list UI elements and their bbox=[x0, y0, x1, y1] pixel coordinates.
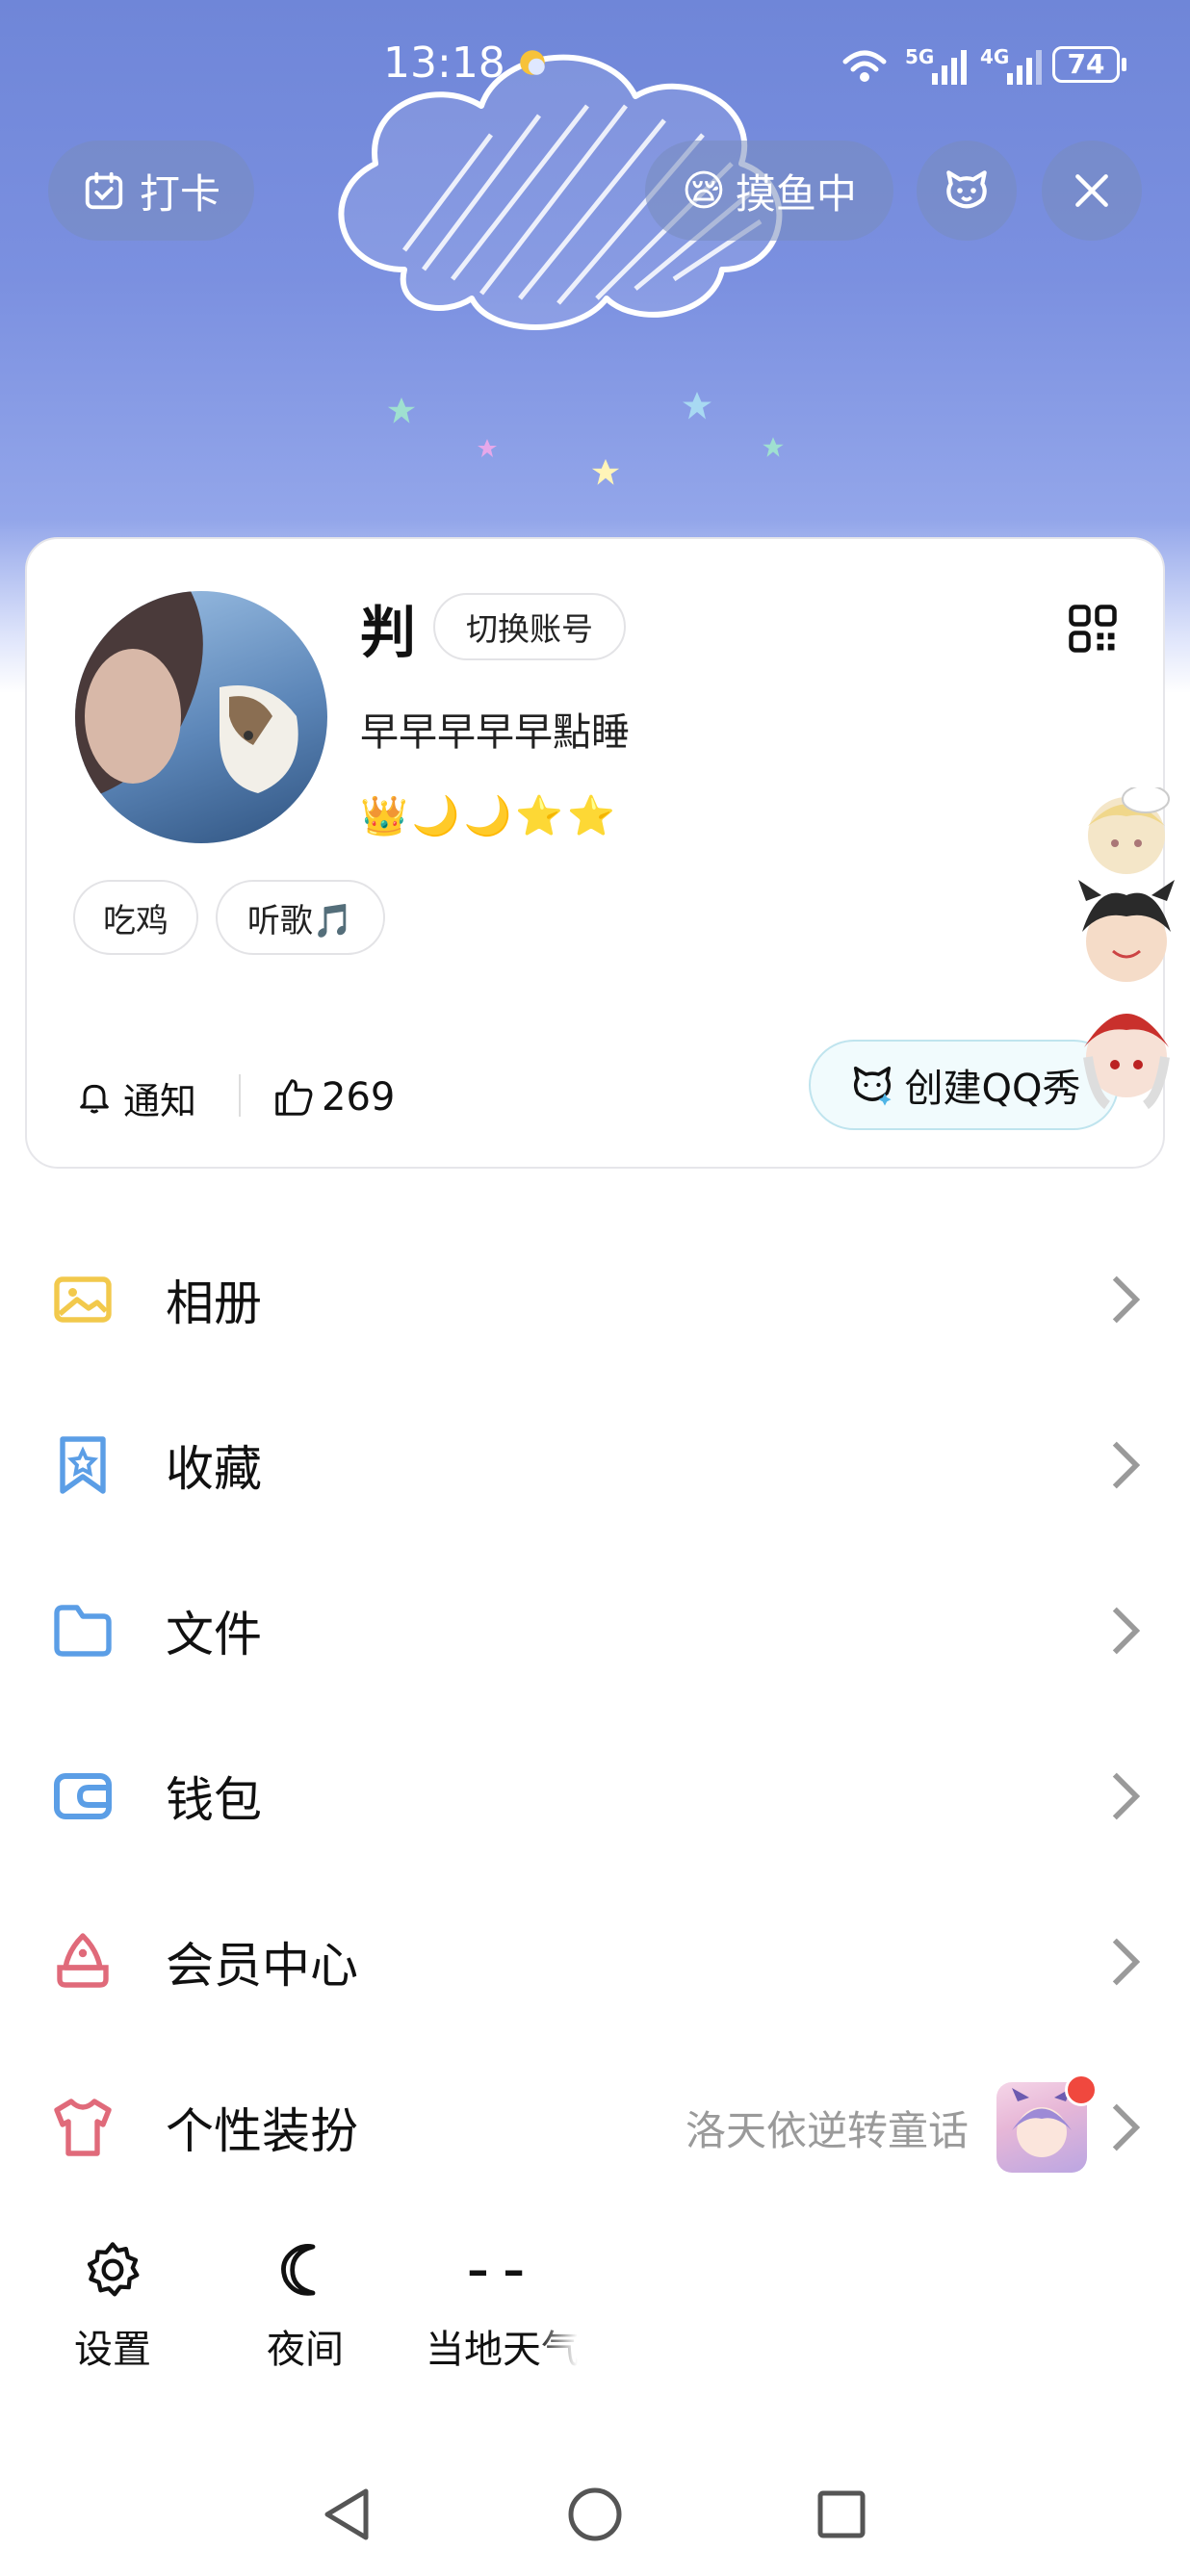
avatar-photo bbox=[75, 591, 298, 803]
network-label-2: 4G bbox=[980, 45, 1009, 68]
star-decoration bbox=[591, 458, 620, 485]
current-theme-name: 洛天依逆转童话 bbox=[686, 2106, 970, 2154]
night-mode-button[interactable]: 夜间 bbox=[233, 2233, 377, 2374]
checkin-label: 打卡 bbox=[139, 169, 220, 218]
close-button[interactable] bbox=[1042, 141, 1142, 241]
gear-icon bbox=[87, 2242, 140, 2297]
new-badge-dot bbox=[1065, 2074, 1098, 2106]
menu-item-favorites[interactable]: 收藏 bbox=[0, 1382, 1190, 1548]
status-time: 13:18 bbox=[383, 39, 505, 88]
mood-status-button[interactable]: 😪 摸鱼中 bbox=[645, 141, 893, 241]
bell-icon bbox=[80, 1084, 109, 1114]
weather-label: 当地天气 bbox=[426, 2328, 578, 2372]
menu-label: 会员中心 bbox=[166, 1938, 358, 1994]
like-count: 269 bbox=[322, 1075, 396, 1120]
menu-label: 文件 bbox=[166, 1607, 262, 1662]
battery-indicator: 74 bbox=[1052, 46, 1126, 83]
divider bbox=[239, 1074, 241, 1117]
menu-label: 收藏 bbox=[166, 1441, 262, 1497]
wallet-icon bbox=[54, 1773, 112, 1819]
interest-tag[interactable]: 听歌🎵 bbox=[216, 880, 385, 955]
menu-label: 相册 bbox=[166, 1275, 262, 1331]
weather-icon bbox=[520, 50, 545, 75]
menu-item-wallet[interactable]: 钱包 bbox=[0, 1713, 1190, 1879]
status-bar: 13:18 5G 4G 74 bbox=[0, 29, 1190, 96]
level-badges[interactable]: 👑🌙🌙⭐⭐ bbox=[360, 793, 619, 838]
chevron-right-icon bbox=[1112, 1275, 1141, 1324]
chevron-right-icon bbox=[1112, 1607, 1141, 1655]
chevron-right-icon bbox=[1112, 1441, 1141, 1489]
folder-icon bbox=[54, 1605, 112, 1657]
favorites-icon bbox=[60, 1436, 106, 1494]
avatar[interactable] bbox=[75, 591, 327, 843]
like-button[interactable]: 269 bbox=[272, 1069, 395, 1126]
sleepy-face-icon: 😪 bbox=[682, 166, 726, 216]
switch-account-button[interactable]: 切换账号 bbox=[433, 593, 626, 660]
local-weather-button[interactable]: – – 当地天气 bbox=[414, 2233, 578, 2374]
nickname: 判 bbox=[360, 600, 417, 665]
album-icon bbox=[54, 1276, 112, 1323]
moon-icon bbox=[281, 2244, 316, 2296]
mood-label: 摸鱼中 bbox=[735, 169, 857, 218]
chevron-right-icon bbox=[1112, 2103, 1141, 2151]
checkin-button[interactable]: 打卡 bbox=[48, 141, 254, 241]
system-nav-bar bbox=[324, 2487, 866, 2541]
menu-item-files[interactable]: 文件 bbox=[0, 1548, 1190, 1713]
signature-text[interactable]: 早早早早早點睡 bbox=[360, 701, 630, 757]
weather-value: – – bbox=[467, 2245, 525, 2295]
star-decoration bbox=[763, 437, 784, 457]
chevron-right-icon bbox=[1112, 1938, 1141, 1986]
close-icon bbox=[1075, 174, 1108, 207]
settings-label: 设置 bbox=[74, 2328, 151, 2372]
menu-item-vip-center[interactable]: 会员中心 bbox=[0, 1879, 1190, 2045]
chevron-right-icon bbox=[1112, 1772, 1141, 1820]
menu-item-album[interactable]: 相册 bbox=[0, 1217, 1190, 1382]
thumbs-up-icon bbox=[275, 1079, 313, 1116]
pet-face-icon bbox=[946, 170, 987, 209]
calendar-check-icon bbox=[85, 171, 123, 210]
network-label-1: 5G bbox=[905, 45, 934, 68]
qr-code-icon[interactable] bbox=[1067, 603, 1119, 655]
menu-item-personalization[interactable]: 个性装扮 洛天依逆转童话 bbox=[0, 2045, 1190, 2210]
menu-label: 钱包 bbox=[166, 1772, 262, 1828]
qq-show-label: 创建QQ秀 bbox=[904, 1067, 1081, 1111]
interest-tag[interactable]: 吃鸡 bbox=[73, 880, 198, 955]
menu-label: 个性装扮 bbox=[166, 2103, 358, 2159]
home-nav-icon[interactable] bbox=[568, 2487, 622, 2541]
vip-icon bbox=[57, 1933, 109, 1988]
star-decoration bbox=[683, 392, 711, 420]
profile-card: 判 切换账号 早早早早早點睡 👑🌙🌙⭐⭐ 吃鸡 听歌🎵 通知 269 创建QQ秀 bbox=[25, 537, 1165, 1169]
tshirt-icon bbox=[54, 2099, 112, 2156]
star-decoration bbox=[387, 397, 416, 424]
settings-button[interactable]: 设置 bbox=[40, 2233, 185, 2374]
notify-label: 通知 bbox=[123, 1079, 197, 1122]
notify-button[interactable]: 通知 bbox=[75, 1069, 196, 1126]
night-mode-label: 夜间 bbox=[267, 2328, 344, 2372]
star-decoration bbox=[478, 439, 497, 457]
qq-show-icon bbox=[853, 1066, 892, 1106]
pet-button[interactable] bbox=[917, 141, 1017, 241]
back-nav-icon[interactable] bbox=[324, 2488, 369, 2540]
anime-characters-sticker[interactable] bbox=[1059, 787, 1190, 1134]
recents-nav-icon[interactable] bbox=[817, 2490, 866, 2538]
